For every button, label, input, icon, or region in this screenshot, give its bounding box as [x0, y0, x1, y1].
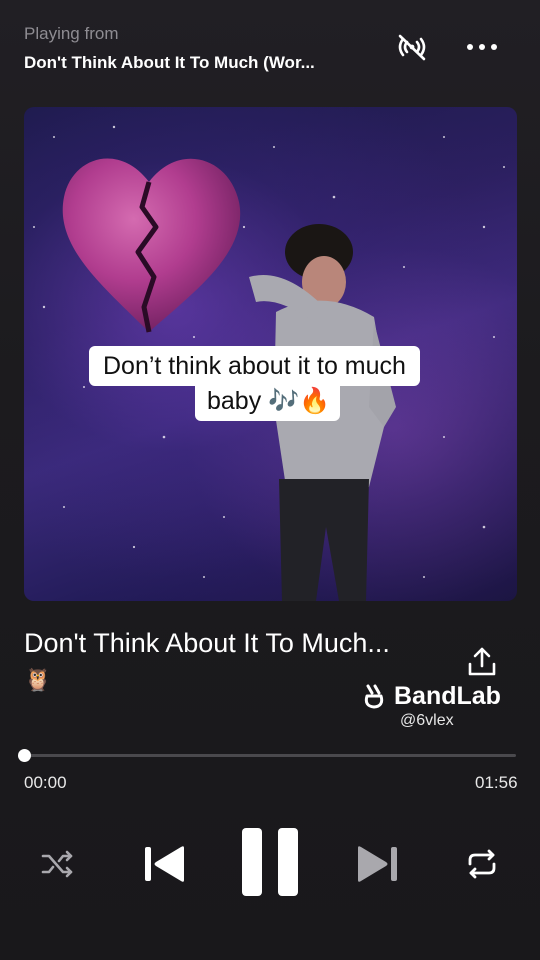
more-horizontal-icon [467, 44, 497, 50]
total-time: 01:56 [475, 773, 518, 792]
previous-track-button[interactable] [140, 840, 190, 888]
lyric-line-1: Don’t think about it to much [89, 346, 420, 386]
playing-from-label: Playing from [24, 24, 119, 43]
bandlab-logo-icon [364, 684, 384, 709]
artist-handle[interactable]: @6vlex [400, 711, 454, 731]
repeat-button[interactable] [462, 844, 502, 884]
progress-bar[interactable] [18, 749, 516, 762]
shuffle-icon [41, 850, 73, 878]
repeat-icon [468, 849, 496, 879]
album-cover-art: Don’t think about it to much baby 🎶🔥 [24, 107, 517, 601]
lyric-line-2: baby 🎶🔥 [195, 383, 341, 421]
cast-off-icon [398, 34, 426, 61]
skip-previous-icon [145, 846, 184, 882]
shuffle-button[interactable] [38, 844, 78, 884]
share-icon [468, 647, 496, 676]
bandlab-badge[interactable]: BandLab [360, 680, 501, 712]
track-title: Don't Think About It To Much... [24, 628, 390, 658]
platform-name: BandLab [394, 682, 501, 710]
progress-knob[interactable] [18, 749, 31, 762]
elapsed-time: 00:00 [24, 773, 67, 792]
track-emoji: 🦉 [24, 667, 52, 692]
skip-next-icon [358, 846, 397, 882]
playlist-title[interactable]: Don't Think About It To Much (Wor... [24, 52, 374, 74]
more-options-button[interactable] [462, 28, 502, 68]
share-button[interactable] [464, 644, 500, 680]
next-track-button[interactable] [352, 840, 402, 888]
pause-button[interactable] [236, 822, 306, 902]
cast-button[interactable] [392, 28, 432, 68]
player-screen: Playing from Don't Think About It To Muc… [0, 0, 540, 960]
pause-icon [242, 828, 298, 896]
